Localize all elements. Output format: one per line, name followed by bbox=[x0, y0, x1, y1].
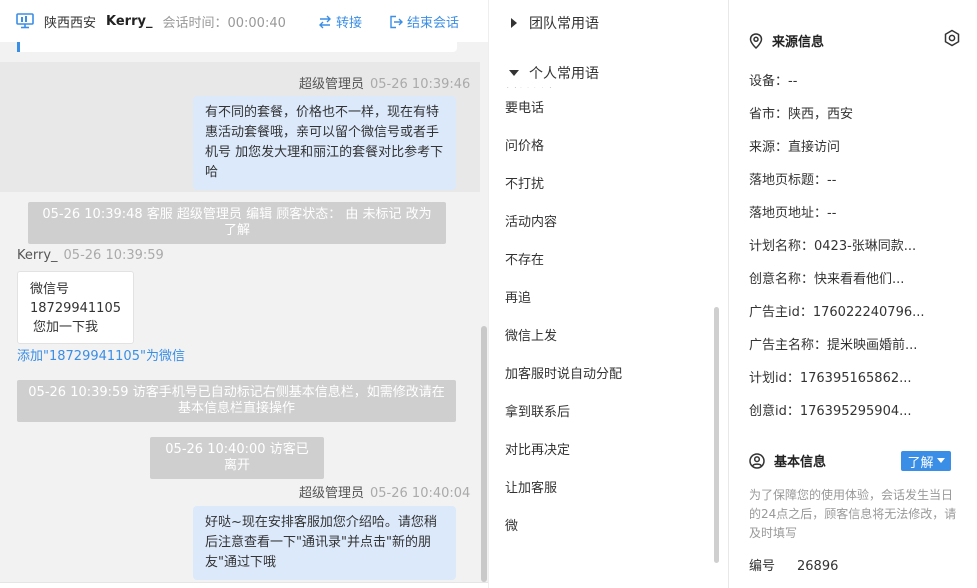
phrase-item[interactable]: 对比再决定 bbox=[505, 432, 705, 470]
phrase-item[interactable]: 让加客服 bbox=[505, 470, 705, 508]
caret-right-icon bbox=[511, 18, 517, 28]
card-phone-number: 18729941105 bbox=[30, 301, 121, 316]
phrase-item[interactable]: 问价格 bbox=[505, 128, 705, 166]
message-time: 05-26 10:40:04 bbox=[370, 486, 471, 501]
session-time: 会话时间：00:00:40 bbox=[162, 15, 286, 31]
phrase-item[interactable]: 不存在 bbox=[505, 242, 705, 280]
chat-workspace: 陕西西安 Kerry_ 会话时间：00:00:40 转接 结束会话 超级管理员 0… bbox=[0, 0, 977, 588]
monitor-icon bbox=[16, 13, 34, 29]
user-circle-icon bbox=[749, 452, 765, 469]
visitor-location: 陕西西安 bbox=[44, 15, 97, 31]
message-meta: Kerry_ 05-26 10:39:59 bbox=[17, 248, 164, 263]
serial-value: 26896 bbox=[797, 559, 839, 574]
info-province-city: 省市：陕西，西安 bbox=[749, 107, 854, 122]
system-notice: 05-26 10:39:48 客服 超级管理员 编辑 顾客状态： 由 未标记 改… bbox=[28, 202, 446, 244]
info-device: 设备：-- bbox=[749, 74, 798, 89]
serial-row: 编号 26896 bbox=[749, 555, 838, 574]
message-sender: 超级管理员 bbox=[299, 77, 365, 92]
card-phone-row: 18729941105 bbox=[30, 299, 121, 318]
message-sender: Kerry_ bbox=[17, 248, 58, 263]
team-phrases-group[interactable]: 团队常用语 bbox=[489, 5, 728, 41]
message-sender: 超级管理员 bbox=[299, 486, 365, 501]
info-plan-id: 计划id：176395165862... bbox=[749, 371, 912, 386]
chat-panel: 陕西西安 Kerry_ 会话时间：00:00:40 转接 结束会话 超级管理员 0… bbox=[0, 0, 488, 588]
phrase-item[interactable]: 要电话 bbox=[505, 90, 705, 128]
group-label: 团队常用语 bbox=[529, 16, 599, 32]
agent-message-bubble: 好哒~现在安排客服加您介绍哈。请您稍后注意查看一下"通讯录"并点击"新的朋友"通… bbox=[193, 506, 456, 580]
phrase-item[interactable]: 拿到联系后 bbox=[505, 394, 705, 432]
info-creative-id: 创意id：176395295904... bbox=[749, 404, 912, 419]
info-plan-name: 计划名称：0423-张琳同款... bbox=[749, 239, 917, 254]
previous-message-bubble bbox=[17, 42, 457, 52]
end-session-label: 结束会话 bbox=[407, 16, 460, 31]
location-pin-icon bbox=[749, 32, 763, 49]
message-time: 05-26 10:39:46 bbox=[370, 77, 471, 92]
transfer-icon bbox=[319, 15, 331, 28]
visitor-name: Kerry_ bbox=[106, 13, 153, 29]
info-source: 来源：直接访问 bbox=[749, 140, 841, 155]
end-session-button[interactable]: 结束会话 bbox=[389, 12, 459, 31]
settings-icon[interactable] bbox=[943, 29, 961, 47]
phrase-item[interactable]: 不打扰 bbox=[505, 166, 705, 204]
card-note: 您加一下我 bbox=[33, 320, 99, 335]
customer-info-panel: 来源信息 设备：-- 省市：陕西，西安 来源：直接访问 落地页标题：-- 落地页… bbox=[728, 0, 977, 588]
caret-down-icon bbox=[936, 458, 945, 463]
system-notice: 05-26 10:39:59 访客手机号已自动标记右侧基本信息栏，如需修改请在基… bbox=[17, 380, 456, 422]
phrase-item[interactable]: 微信上发 bbox=[505, 318, 705, 356]
customer-status-dropdown[interactable]: 了解 bbox=[901, 451, 951, 471]
visitor-message-card: 微信号 18729941105 您加一下我 bbox=[17, 271, 134, 344]
personal-phrases-group[interactable]: 个人常用语 bbox=[489, 59, 728, 87]
transfer-label: 转接 bbox=[336, 16, 363, 31]
add-wechat-link[interactable]: 添加"18729941105"为微信 bbox=[17, 345, 185, 364]
info-advertiser-name: 广告主名称：提米映画婚前... bbox=[749, 338, 918, 353]
chat-scrollbar[interactable] bbox=[481, 326, 487, 582]
transfer-button[interactable]: 转接 bbox=[318, 12, 362, 31]
caret-down-icon bbox=[509, 70, 519, 76]
info-creative-name: 创意名称：快来看看他们... bbox=[749, 272, 905, 287]
message-meta: 超级管理员 05-26 10:39:46 bbox=[299, 73, 470, 92]
serial-label: 编号 bbox=[749, 559, 776, 574]
info-landing-url: 落地页地址：-- bbox=[749, 206, 837, 221]
phrase-list: 要电话 问价格 不打扰 活动内容 不存在 再追 微信上发 加客服时说自动分配 拿… bbox=[505, 90, 705, 546]
basic-info-title: 基本信息 bbox=[749, 451, 826, 470]
phrases-scrollbar[interactable] bbox=[714, 307, 719, 563]
card-title: 微信号 bbox=[30, 282, 70, 297]
phrase-item[interactable]: 加客服时说自动分配 bbox=[505, 356, 705, 394]
phrase-item[interactable]: 再追 bbox=[505, 280, 705, 318]
phrase-item[interactable]: 活动内容 bbox=[505, 204, 705, 242]
message-meta: 超级管理员 05-26 10:40:04 bbox=[299, 482, 470, 501]
phrase-item[interactable]: 微 bbox=[505, 508, 705, 546]
status-label: 了解 bbox=[907, 455, 934, 471]
message-time: 05-26 10:39:59 bbox=[63, 248, 164, 263]
info-landing-title: 落地页标题：-- bbox=[749, 173, 837, 188]
quick-phrases-panel: 留言发不了 要电话 问价格 不打扰 活动内容 不存在 再追 微信上发 加客服时说… bbox=[488, 0, 728, 588]
source-info-title: 来源信息 bbox=[749, 31, 824, 50]
info-advertiser-id: 广告主id：176022240796... bbox=[749, 305, 925, 320]
edit-notice: 为了保障您的使用体验，会话发生当日的24点之后，顾客信息将无法修改，请及时填写 bbox=[749, 488, 957, 540]
agent-message-bubble: 有不同的套餐，价格也不一样，现在有特惠活动套餐哦，亲可以留个微信号或者手机号 加… bbox=[193, 96, 456, 190]
chat-input-edge bbox=[0, 582, 488, 588]
system-notice: 05-26 10:40:00 访客已离开 bbox=[150, 437, 324, 479]
exit-icon bbox=[390, 15, 403, 28]
group-label: 个人常用语 bbox=[529, 66, 599, 82]
